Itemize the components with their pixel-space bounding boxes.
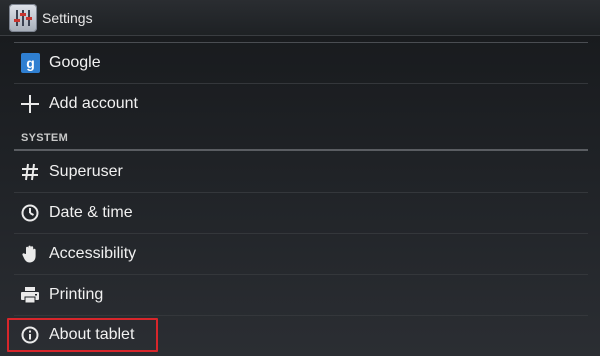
settings-item-superuser[interactable]: Superuser	[14, 152, 588, 192]
settings-item-label: Printing	[49, 286, 104, 303]
action-bar: Settings	[0, 0, 600, 36]
about-tablet-highlight-box	[7, 318, 158, 352]
settings-item-google[interactable]: g Google	[14, 43, 588, 83]
printer-icon	[20, 285, 40, 305]
hand-icon	[20, 244, 40, 264]
svg-text:g: g	[26, 55, 35, 71]
section-header-system: SYSTEM	[21, 132, 69, 144]
settings-item-add-account[interactable]: Add account	[14, 84, 588, 124]
plus-icon	[20, 94, 40, 114]
hash-icon	[20, 162, 40, 182]
settings-item-label: Date & time	[49, 204, 133, 221]
settings-item-printing[interactable]: Printing	[14, 275, 588, 315]
section-divider	[14, 149, 588, 151]
equalizer-settings-icon	[14, 10, 32, 26]
settings-item-date-time[interactable]: Date & time	[14, 193, 588, 233]
settings-item-label: Google	[49, 54, 101, 71]
settings-app-icon[interactable]	[9, 4, 37, 32]
google-icon: g	[21, 53, 40, 73]
settings-item-label: Accessibility	[49, 245, 137, 262]
settings-item-label: Add account	[49, 95, 138, 112]
app-title: Settings	[42, 10, 93, 26]
settings-item-accessibility[interactable]: Accessibility	[14, 234, 588, 274]
settings-screen: Settings g Google Add account SYSTEM Sup…	[0, 0, 600, 356]
settings-item-label: Superuser	[49, 163, 123, 180]
clock-icon	[20, 203, 40, 223]
